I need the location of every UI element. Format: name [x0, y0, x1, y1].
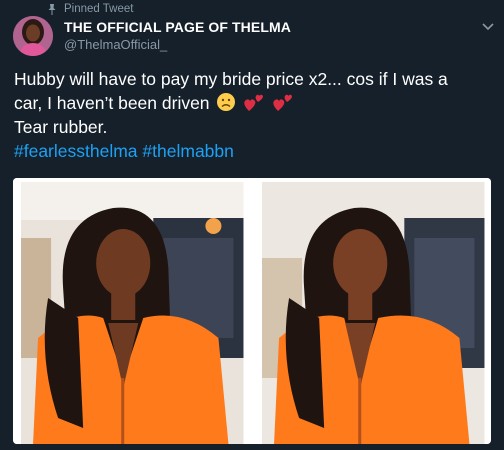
pin-icon: [48, 4, 56, 15]
heart-exclamation-icon: [244, 94, 264, 111]
photo-1[interactable]: [13, 178, 251, 444]
tweet-line-3: Tear rubber.: [14, 117, 108, 137]
tweet-text: Hubby will have to pay my bride price x2…: [14, 67, 496, 163]
photo-2[interactable]: [253, 178, 491, 444]
tweet-media: [13, 178, 491, 444]
chevron-down-icon[interactable]: [480, 18, 496, 34]
heart-exclamation-icon: [273, 94, 293, 111]
hashtag-line: #fearlessthelma #thelmabbn: [14, 139, 496, 163]
tweet-card[interactable]: Pinned Tweet THE OFFICIAL PAGE OF THELMA…: [0, 0, 504, 450]
tweet-line-1: Hubby will have to pay my bride price x2…: [14, 69, 448, 89]
avatar[interactable]: [13, 16, 53, 56]
tweet-line-2-wrap: car, I haven’t been driven: [14, 91, 496, 115]
tweet-line-2: car, I haven’t been driven: [14, 93, 210, 113]
author-handle[interactable]: @ThelmaOfficial_: [64, 37, 167, 52]
pinned-label: Pinned Tweet: [64, 3, 134, 15]
hashtag-link[interactable]: #thelmabbn: [142, 141, 233, 161]
sad-face-icon: [217, 93, 236, 111]
author-display-name[interactable]: THE OFFICIAL PAGE OF THELMA: [64, 19, 291, 35]
hashtag-link[interactable]: #fearlessthelma: [14, 141, 138, 161]
pinned-indicator: Pinned Tweet: [46, 2, 133, 16]
